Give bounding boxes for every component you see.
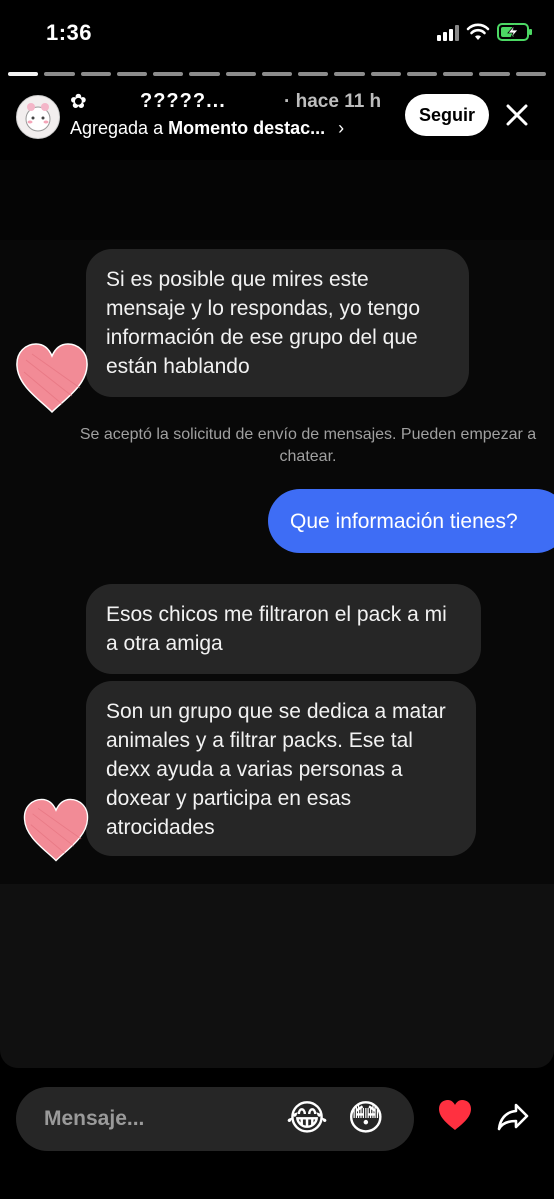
status-time: 1:36 bbox=[46, 20, 93, 45]
highlight-name: Momento destac... bbox=[168, 118, 326, 138]
progress-segment bbox=[44, 72, 75, 76]
heart-sticker-icon bbox=[16, 343, 88, 414]
progress-segment bbox=[370, 72, 401, 76]
close-icon[interactable] bbox=[503, 101, 531, 129]
system-message: Se aceptó la solicitud de envío de mensa… bbox=[79, 426, 537, 465]
avatar[interactable] bbox=[16, 95, 60, 139]
progress-segment bbox=[261, 72, 293, 76]
heart-icon[interactable] bbox=[437, 1098, 473, 1132]
heart-sticker-icon bbox=[23, 798, 89, 862]
post-time: · hace 11 h bbox=[284, 91, 382, 112]
highlight-link[interactable]: Agregada a Momento destac... › bbox=[70, 118, 344, 139]
incoming-message: Esos chicos me filtraron el pack a mi a … bbox=[86, 584, 481, 674]
story-top-area bbox=[0, 160, 554, 240]
incoming-message: Si es posible que mires este mensaje y l… bbox=[86, 249, 469, 397]
progress-segment bbox=[80, 72, 111, 76]
progress-segment bbox=[298, 72, 329, 76]
flower-icon: ✿ bbox=[70, 91, 87, 113]
avatar-illustration bbox=[25, 103, 51, 132]
send-icon[interactable] bbox=[496, 1101, 530, 1133]
chevron-right-icon: › bbox=[338, 118, 345, 138]
progress-segment bbox=[406, 72, 438, 76]
progress-segment bbox=[479, 72, 510, 76]
cellular-signal-icon bbox=[437, 25, 459, 41]
progress-segment bbox=[116, 72, 148, 76]
progress-segment bbox=[225, 72, 256, 76]
screenshot-empty-area bbox=[0, 884, 554, 1068]
highlight-prefix: Agregada a bbox=[70, 118, 169, 138]
battery-charging-icon bbox=[497, 23, 532, 41]
progress-segment bbox=[515, 72, 546, 76]
progress-segment bbox=[443, 72, 474, 76]
story-progress-bar bbox=[8, 72, 546, 76]
wifi-icon bbox=[466, 23, 490, 40]
incoming-message: Son un grupo que se dedica a matar anima… bbox=[86, 681, 476, 856]
progress-segment bbox=[153, 72, 184, 76]
progress-segment bbox=[8, 72, 39, 76]
flushed-emoji-reaction[interactable]: 😳 bbox=[347, 1098, 385, 1138]
outgoing-message: Que información tienes? bbox=[268, 489, 554, 553]
laughing-emoji-reaction[interactable]: 😂 bbox=[286, 1098, 328, 1138]
progress-segment bbox=[189, 72, 220, 76]
follow-button[interactable]: Seguir bbox=[405, 94, 489, 136]
progress-segment bbox=[334, 72, 365, 76]
username[interactable]: ?????... bbox=[140, 90, 226, 113]
